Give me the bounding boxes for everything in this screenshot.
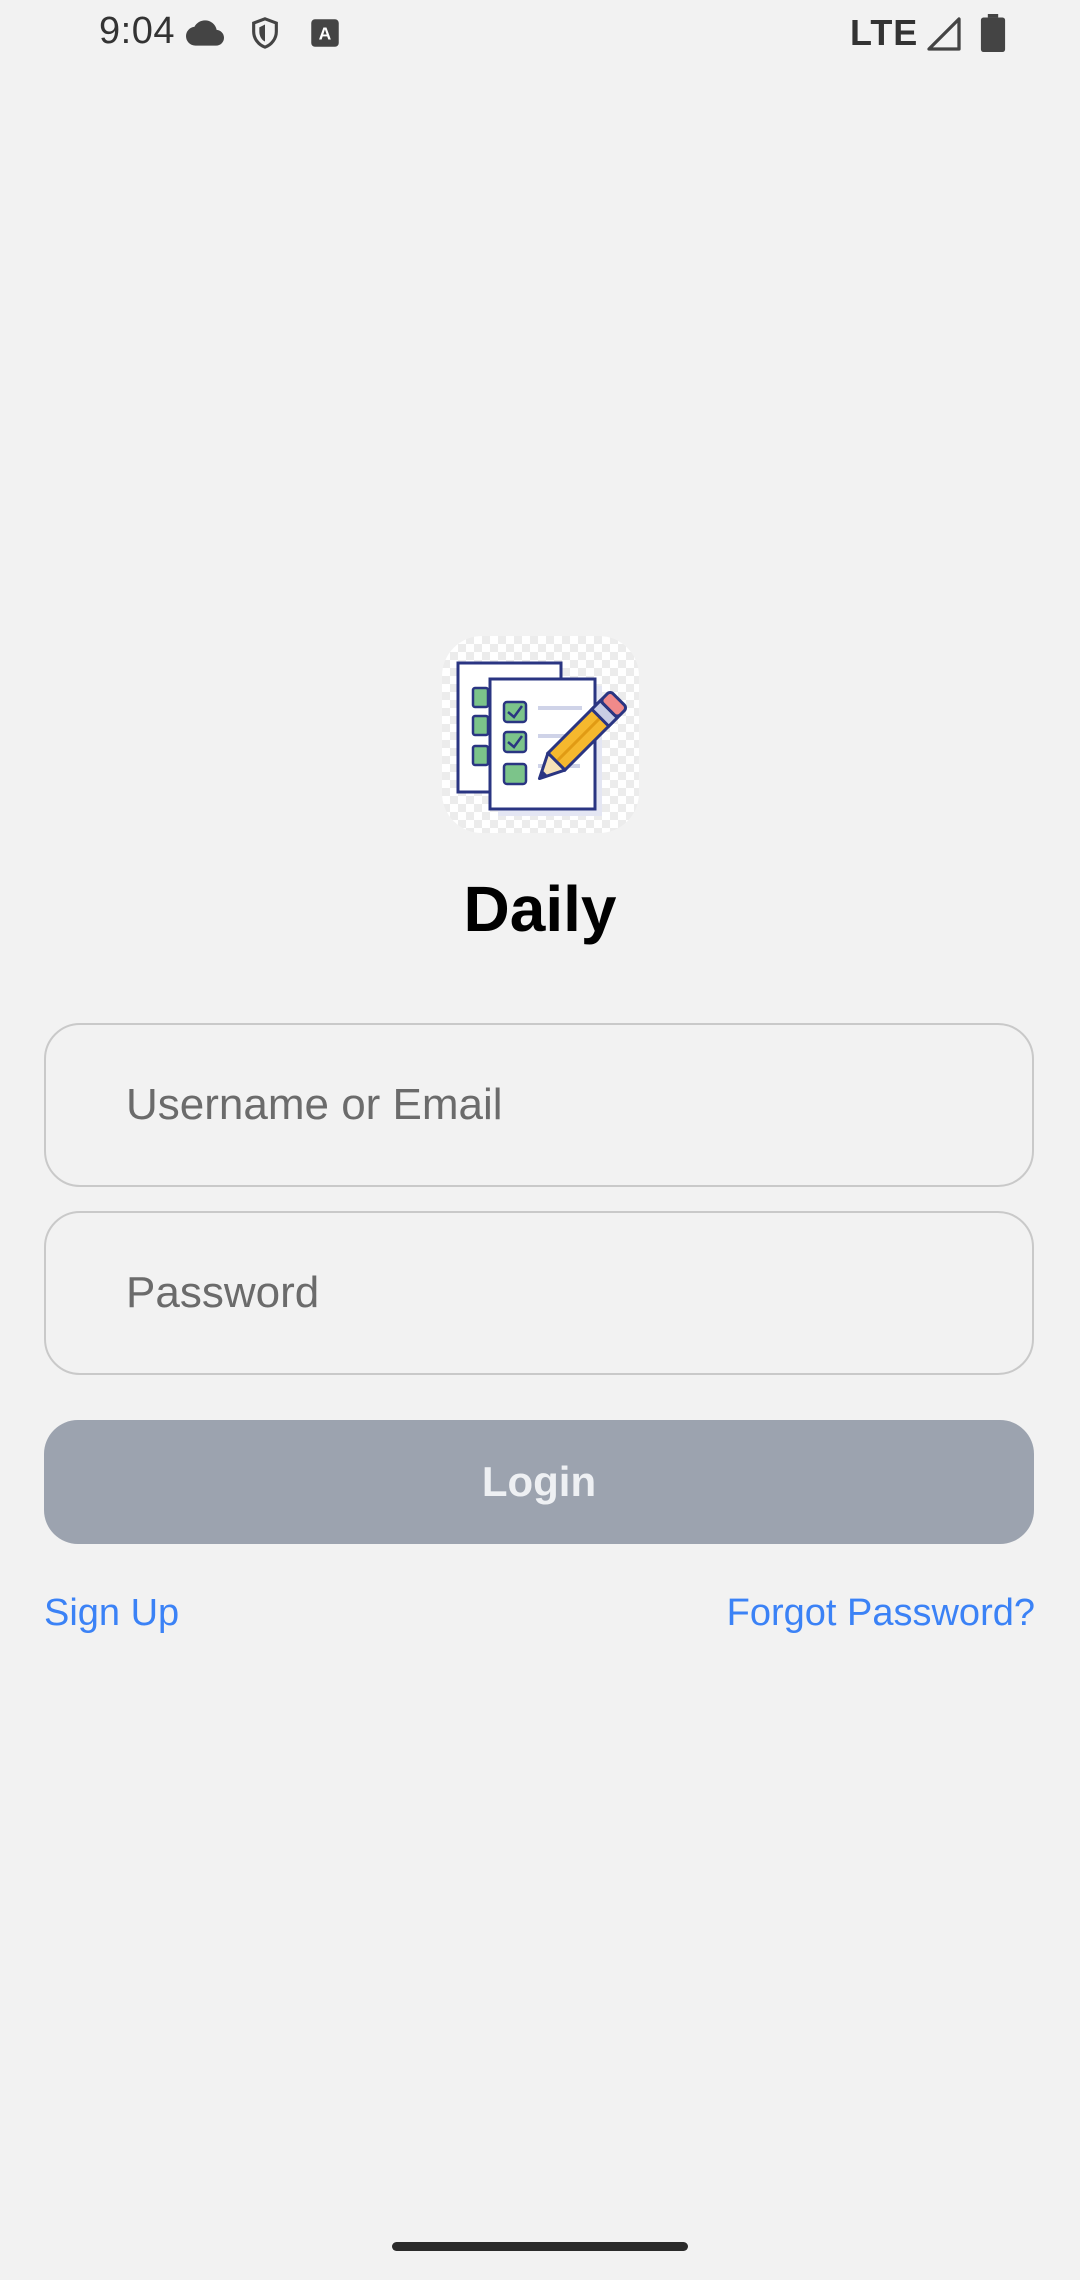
checklist-pencil-icon xyxy=(456,661,627,816)
password-input[interactable] xyxy=(46,1213,1032,1373)
sign-up-link[interactable]: Sign Up xyxy=(44,1592,179,1635)
home-indicator[interactable] xyxy=(392,2242,688,2251)
app-title: Daily xyxy=(463,873,617,945)
signal-icon xyxy=(926,16,962,57)
login-button-label: Login xyxy=(481,1458,597,1505)
app-logo xyxy=(442,636,639,833)
cloud-icon xyxy=(186,14,224,57)
username-input[interactable] xyxy=(46,1025,1032,1185)
status-bar: 9:04 A LTE xyxy=(0,0,1080,68)
a-notification-icon: A xyxy=(310,18,340,53)
svg-text:A: A xyxy=(319,23,332,43)
battery-icon xyxy=(980,14,1006,57)
password-field-container xyxy=(44,1211,1034,1375)
forgot-password-link[interactable]: Forgot Password? xyxy=(727,1592,1035,1635)
login-button[interactable]: Login xyxy=(44,1420,1034,1544)
login-screen: 9:04 A LTE Daily Username or Email Login… xyxy=(0,0,1080,2280)
network-type: LTE xyxy=(850,12,919,53)
username-field-container xyxy=(44,1023,1034,1187)
status-time: 9:04 xyxy=(99,10,175,52)
shield-icon xyxy=(248,14,282,57)
